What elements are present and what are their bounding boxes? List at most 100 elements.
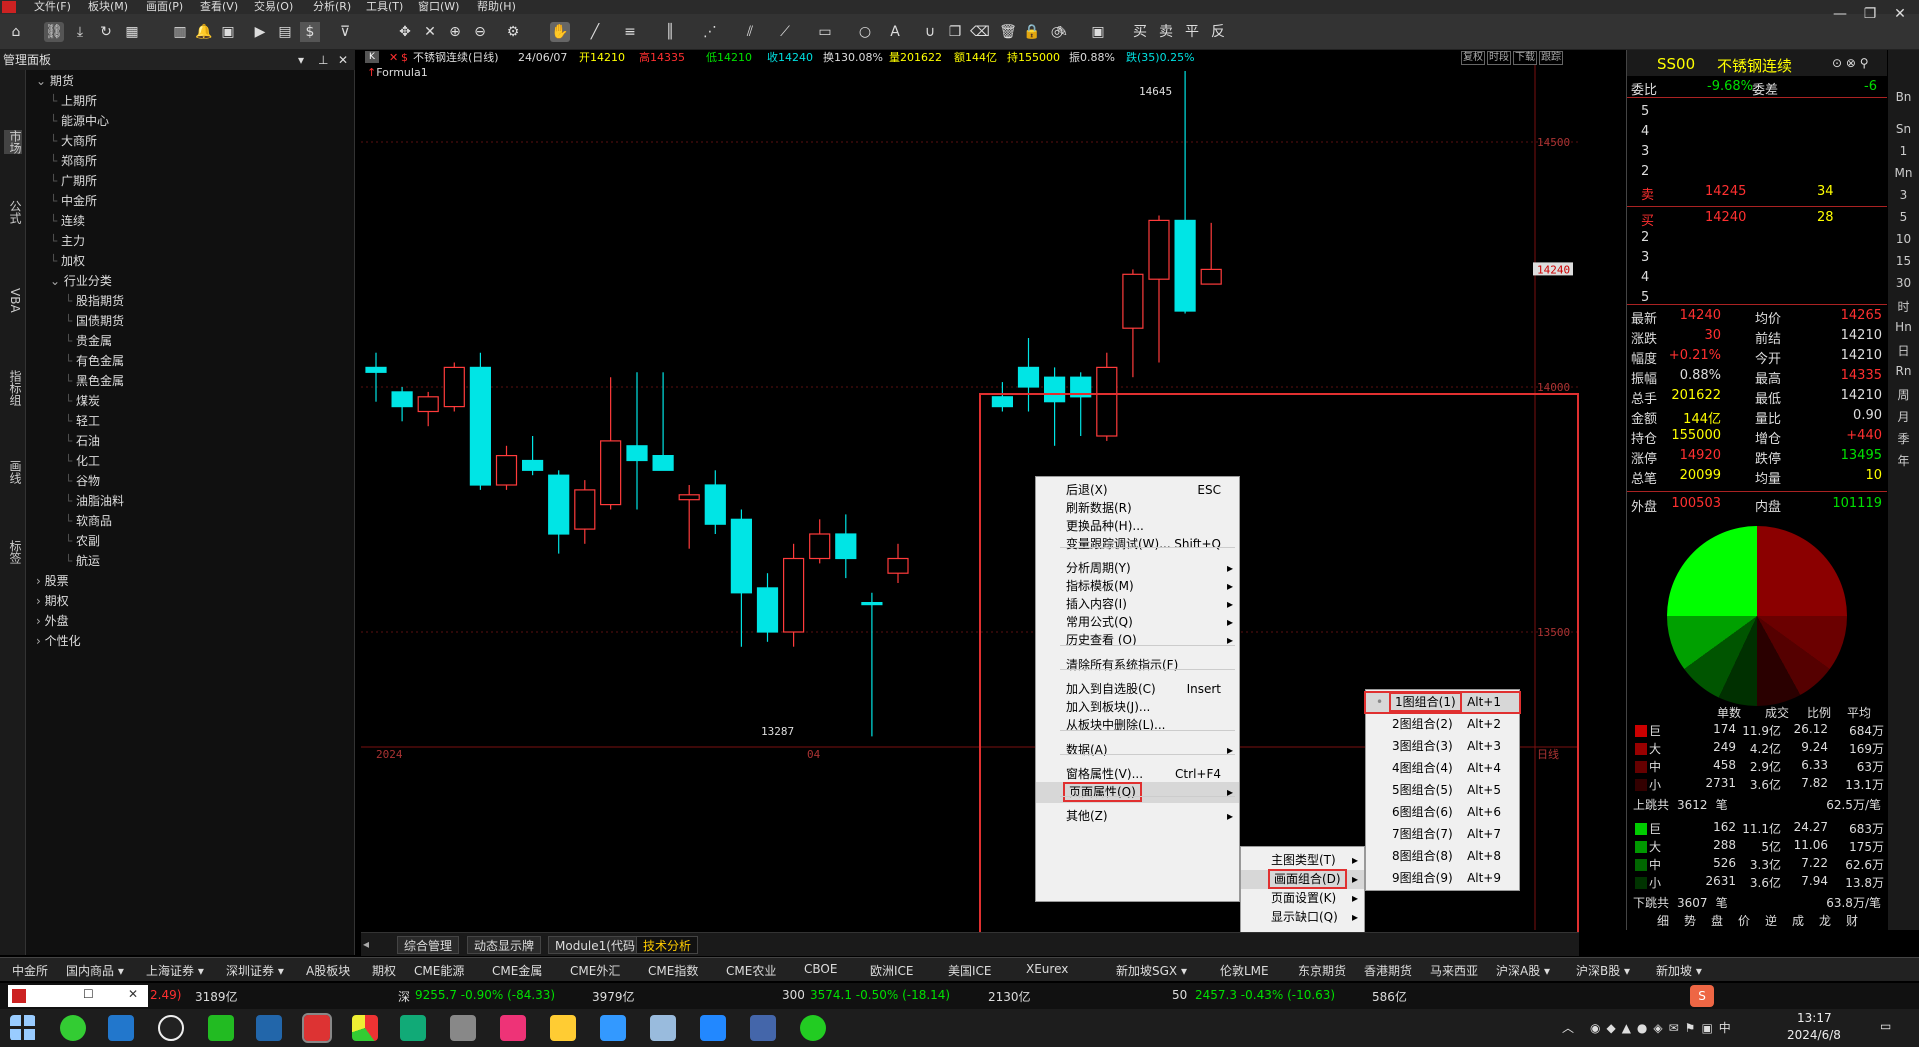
trading-app-icon[interactable] bbox=[302, 1013, 332, 1043]
period-button[interactable]: Sn bbox=[1890, 122, 1917, 136]
workspace-tab-3[interactable]: 技术分析 bbox=[636, 936, 699, 954]
cross-icon[interactable]: ✕ bbox=[420, 22, 440, 42]
period-button[interactable]: 30 bbox=[1890, 276, 1917, 290]
trash-icon[interactable]: 🗑 bbox=[998, 22, 1018, 42]
vscode-icon[interactable] bbox=[108, 1015, 134, 1041]
exchange-tab-7[interactable]: CME金属 bbox=[492, 962, 542, 979]
image-icon[interactable]: ▣ bbox=[218, 22, 238, 42]
tree-item[interactable]: └ 郑商所 bbox=[50, 152, 97, 169]
pie-app-icon[interactable] bbox=[352, 1015, 378, 1041]
ctx-item[interactable]: 从板块中删除(L)... bbox=[1036, 715, 1239, 736]
trade-button-2[interactable]: 平 bbox=[1182, 22, 1202, 42]
tree-item[interactable]: ⌄ 期货 bbox=[36, 72, 74, 89]
panel-menu-icon[interactable]: ▾ bbox=[298, 50, 304, 70]
exchange-tab-2[interactable]: 上海证券 ▾ bbox=[146, 962, 204, 979]
collapse-icon[interactable]: › bbox=[36, 574, 45, 588]
panel-vtab-5[interactable]: 标签 bbox=[4, 540, 22, 564]
exchange-tab-21[interactable]: 沪深B股 ▾ bbox=[1576, 962, 1630, 979]
quote-tab-4[interactable]: 逆 bbox=[1765, 912, 1777, 929]
line-tool-icon[interactable]: ╱ bbox=[585, 22, 605, 42]
period-button[interactable]: 5 bbox=[1890, 210, 1917, 224]
exchange-tab-22[interactable]: 新加坡 ▾ bbox=[1656, 962, 1702, 979]
sub2-item[interactable]: 5图组合(5) Alt+5 bbox=[1366, 781, 1519, 800]
tray-chevron-icon[interactable]: ︿ bbox=[1562, 1019, 1574, 1036]
pen-icon[interactable]: ✎ bbox=[1052, 22, 1072, 42]
link-icon[interactable]: ⛓ bbox=[44, 22, 64, 42]
qq-icon[interactable] bbox=[158, 1015, 184, 1041]
quote-tab-1[interactable]: 势 bbox=[1684, 912, 1696, 929]
iqiyi-icon[interactable] bbox=[208, 1015, 234, 1041]
move-icon[interactable]: ✥ bbox=[395, 22, 415, 42]
exchange-tab-12[interactable]: 欧洲ICE bbox=[870, 962, 914, 979]
remote-desktop-icon[interactable] bbox=[750, 1015, 776, 1041]
tab-scroll-left-icon[interactable]: ◂ bbox=[363, 937, 369, 951]
quote-tab-3[interactable]: 价 bbox=[1738, 912, 1750, 929]
exchange-tab-0[interactable]: 中金所 bbox=[12, 962, 48, 979]
tree-item[interactable]: └ 股指期货 bbox=[65, 292, 124, 309]
sub2-item[interactable]: 2图组合(2) Alt+2 bbox=[1366, 715, 1519, 734]
panel-vtab-3[interactable]: 指标组 bbox=[4, 370, 22, 406]
trade-button-3[interactable]: 反 bbox=[1208, 22, 1228, 42]
mini-close-icon[interactable]: ✕ bbox=[128, 987, 138, 1001]
tree-item[interactable]: › 股票 bbox=[36, 572, 69, 589]
collapse-icon[interactable]: › bbox=[36, 614, 45, 628]
period-button[interactable]: Rn bbox=[1890, 364, 1917, 378]
exchange-tab-20[interactable]: 沪深A股 ▾ bbox=[1496, 962, 1550, 979]
chart-head-button-1[interactable]: 时段 bbox=[1487, 51, 1511, 65]
menu-item-8[interactable]: 帮助(H) bbox=[477, 0, 516, 14]
circle-tool-icon[interactable]: ○ bbox=[855, 22, 875, 42]
panel-close-icon[interactable]: ✕ bbox=[338, 50, 348, 70]
tree-item[interactable]: └ 能源中心 bbox=[50, 112, 109, 129]
sub1-item[interactable]: 主图类型(T) ▸ bbox=[1241, 851, 1364, 870]
copy-icon[interactable]: ❐ bbox=[945, 22, 965, 42]
zoom-in-icon[interactable]: ⊕ bbox=[445, 22, 465, 42]
tree-item[interactable]: └ 大商所 bbox=[50, 132, 97, 149]
chart-close-icon[interactable]: ✕ bbox=[389, 50, 398, 65]
period-button[interactable]: Hn bbox=[1890, 320, 1917, 334]
home-icon[interactable]: ⌂ bbox=[6, 22, 26, 42]
tree-item[interactable]: ⌄ 行业分类 bbox=[50, 272, 112, 289]
panel-vtab-1[interactable]: 公式 bbox=[4, 200, 22, 224]
tree-item[interactable]: └ 中金所 bbox=[50, 192, 97, 209]
sub1-item[interactable]: 页面设置(K) ▸ bbox=[1241, 889, 1364, 908]
sub2-item[interactable]: 6图组合(6) Alt+6 bbox=[1366, 803, 1519, 822]
tree-item[interactable]: └ 石油 bbox=[65, 432, 100, 449]
ctx-item[interactable]: 历史查看 (O) ▸ bbox=[1036, 630, 1239, 651]
period-button[interactable]: 3 bbox=[1890, 188, 1917, 202]
windows-start-icon[interactable] bbox=[10, 1015, 36, 1041]
workspace-tab-0[interactable]: 综合管理 bbox=[397, 936, 460, 954]
doc-icon[interactable]: ▤ bbox=[275, 22, 295, 42]
tree-item[interactable]: └ 国债期货 bbox=[65, 312, 124, 329]
menu-item-2[interactable]: 画面(P) bbox=[146, 0, 183, 14]
mini-restore-icon[interactable]: ☐ bbox=[83, 987, 94, 1001]
excel-icon[interactable] bbox=[400, 1015, 426, 1041]
exchange-tab-19[interactable]: 马来西亚 bbox=[1430, 962, 1478, 979]
play-icon[interactable]: ▶ bbox=[250, 22, 270, 42]
exchange-tab-5[interactable]: 期权 bbox=[372, 962, 396, 979]
chart-menu-icon[interactable]: K bbox=[365, 51, 379, 63]
parallel-tool-icon[interactable]: ⫽ bbox=[740, 22, 760, 42]
quote-tab-5[interactable]: 成 bbox=[1792, 912, 1804, 929]
menu-item-5[interactable]: 分析(R) bbox=[313, 0, 351, 14]
vb-icon[interactable] bbox=[256, 1015, 282, 1041]
save-icon[interactable]: ▣ bbox=[1088, 22, 1108, 42]
period-button[interactable]: 10 bbox=[1890, 232, 1917, 246]
menu-item-3[interactable]: 查看(V) bbox=[200, 0, 238, 14]
zoom-app-icon[interactable] bbox=[700, 1015, 726, 1041]
close-icon[interactable]: ✕ bbox=[1890, 4, 1910, 24]
sub2-item[interactable]: 3图组合(3) Alt+3 bbox=[1366, 737, 1519, 756]
trade-button-1[interactable]: 卖 bbox=[1156, 22, 1176, 42]
period-button[interactable]: Bn bbox=[1890, 90, 1917, 104]
pink-app-icon[interactable] bbox=[500, 1015, 526, 1041]
tree-item[interactable]: └ 有色金属 bbox=[65, 352, 124, 369]
tree-item[interactable]: └ 加权 bbox=[50, 252, 85, 269]
bars-tool-icon[interactable]: ║ bbox=[660, 22, 680, 42]
wechat-icon[interactable] bbox=[800, 1015, 826, 1041]
expand-icon[interactable]: ⌄ bbox=[36, 74, 50, 88]
multi-line-icon[interactable]: ≡ bbox=[620, 22, 640, 42]
sub1-item[interactable]: 画面组合(D) ▸ bbox=[1241, 869, 1364, 889]
text-tool-icon[interactable]: A bbox=[885, 22, 905, 42]
period-button[interactable]: 年 bbox=[1890, 452, 1917, 469]
exchange-tab-1[interactable]: 国内商品 ▾ bbox=[66, 962, 124, 979]
hand-icon[interactable]: ✋ bbox=[550, 22, 570, 42]
